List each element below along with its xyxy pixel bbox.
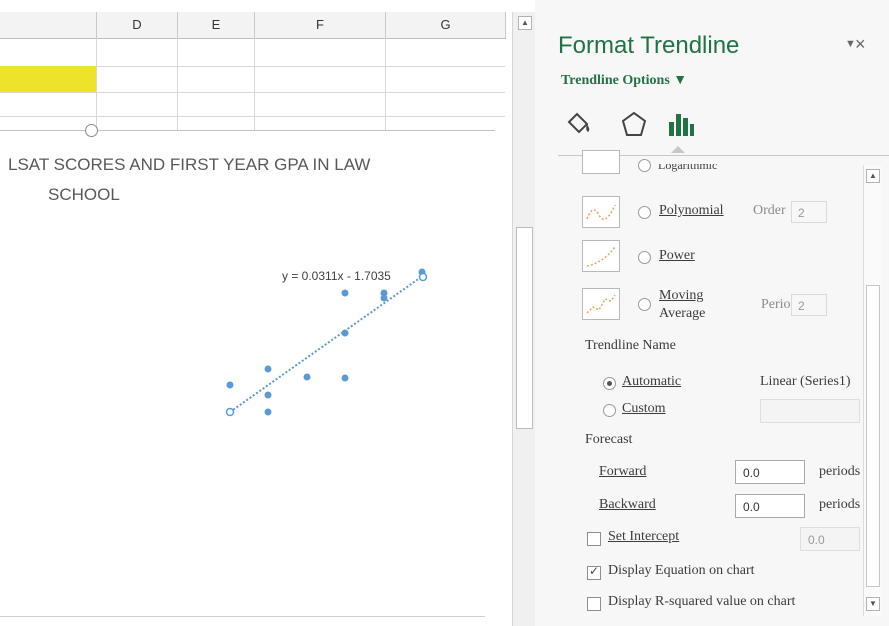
backward-input[interactable]: 0.0 [735,494,805,518]
close-icon[interactable]: × [855,34,866,55]
data-point[interactable] [341,329,349,337]
display-equation-label: Display Equation on chart [608,563,755,578]
order-spinner[interactable]: 2 [791,201,827,223]
display-rsquared-label: Display R-squared value on chart [608,594,796,609]
format-trendline-pane: Format Trendline ▼ × Trendline Options ▼… [535,0,889,626]
logarithmic-preview-icon [582,150,620,174]
data-point[interactable] [226,381,234,389]
custom-name-input[interactable] [760,399,860,423]
set-intercept-label: Set Intercept [608,529,680,544]
polynomial-radio[interactable] [638,206,651,219]
pane-title: Format Trendline [558,32,740,59]
scatter-plot[interactable]: y = 0.0311x - 1.7035 [0,0,512,626]
scroll-up-arrow-icon[interactable]: ▲ [866,169,880,183]
automatic-label: Automatic [622,374,682,389]
period-spinner[interactable]: 2 [791,294,827,316]
trendline-equation[interactable]: y = 0.0311x - 1.7035 [282,269,391,283]
pane-vertical-scrollbar[interactable]: ▲ ▼ [863,165,882,616]
backward-label: Backward [599,497,656,512]
forecast-heading: Forecast [585,432,633,447]
sheet-vertical-scrollbar[interactable]: ▲ [512,12,535,626]
effects-icon[interactable] [617,108,651,140]
logarithmic-label: Logarithmic [658,158,718,172]
custom-label: Custom [622,401,666,416]
scroll-thumb[interactable] [516,227,533,429]
display-equation-checkbox[interactable] [587,564,601,580]
selected-tab-indicator [671,146,685,153]
data-point[interactable] [380,294,388,302]
trendline-name-heading: Trendline Name [585,338,676,353]
order-label: Order [753,203,786,218]
power-label: Power [659,248,695,263]
automatic-name-value: Linear (Series1) [760,374,851,389]
display-rsquared-checkbox[interactable] [587,597,601,611]
data-point[interactable] [341,374,349,382]
trendline-options-dropdown[interactable]: Trendline Options ▼ [561,73,687,89]
logarithmic-radio[interactable] [638,159,651,172]
polynomial-label: Polynomial [659,203,724,218]
forward-unit: periods [819,464,861,479]
fill-line-icon[interactable] [561,108,595,140]
trendline[interactable] [229,274,425,413]
data-point[interactable] [264,391,272,399]
data-point[interactable] [264,365,272,373]
forward-input[interactable]: 0.0 [735,460,805,484]
custom-radio[interactable] [603,404,616,417]
moving-average-label: Moving Average [659,288,706,321]
moving-average-preview-icon [582,288,620,320]
trendline-handle[interactable] [225,407,235,417]
trendline-handle[interactable] [418,272,428,282]
set-intercept-checkbox[interactable] [587,532,601,546]
chart-bottom-border [0,616,485,617]
power-preview-icon [582,240,620,272]
data-point[interactable] [341,289,349,297]
scroll-up-arrow-icon[interactable]: ▲ [518,16,532,30]
automatic-radio[interactable] [603,377,616,390]
data-point[interactable] [264,408,272,416]
scroll-down-arrow-icon[interactable]: ▼ [866,597,880,611]
scroll-thumb[interactable] [866,285,880,587]
backward-unit: periods [819,497,861,512]
trendline-options-icon[interactable] [663,108,697,140]
data-point[interactable] [303,373,311,381]
power-radio[interactable] [638,251,651,264]
intercept-input[interactable]: 0.0 [800,527,860,551]
polynomial-preview-icon [582,196,620,228]
forward-label: Forward [599,464,647,479]
spreadsheet-area[interactable]: D E F G LSAT SCORES AND FIRST YEAR GPA I… [0,0,512,626]
moving-average-radio[interactable] [638,298,651,311]
